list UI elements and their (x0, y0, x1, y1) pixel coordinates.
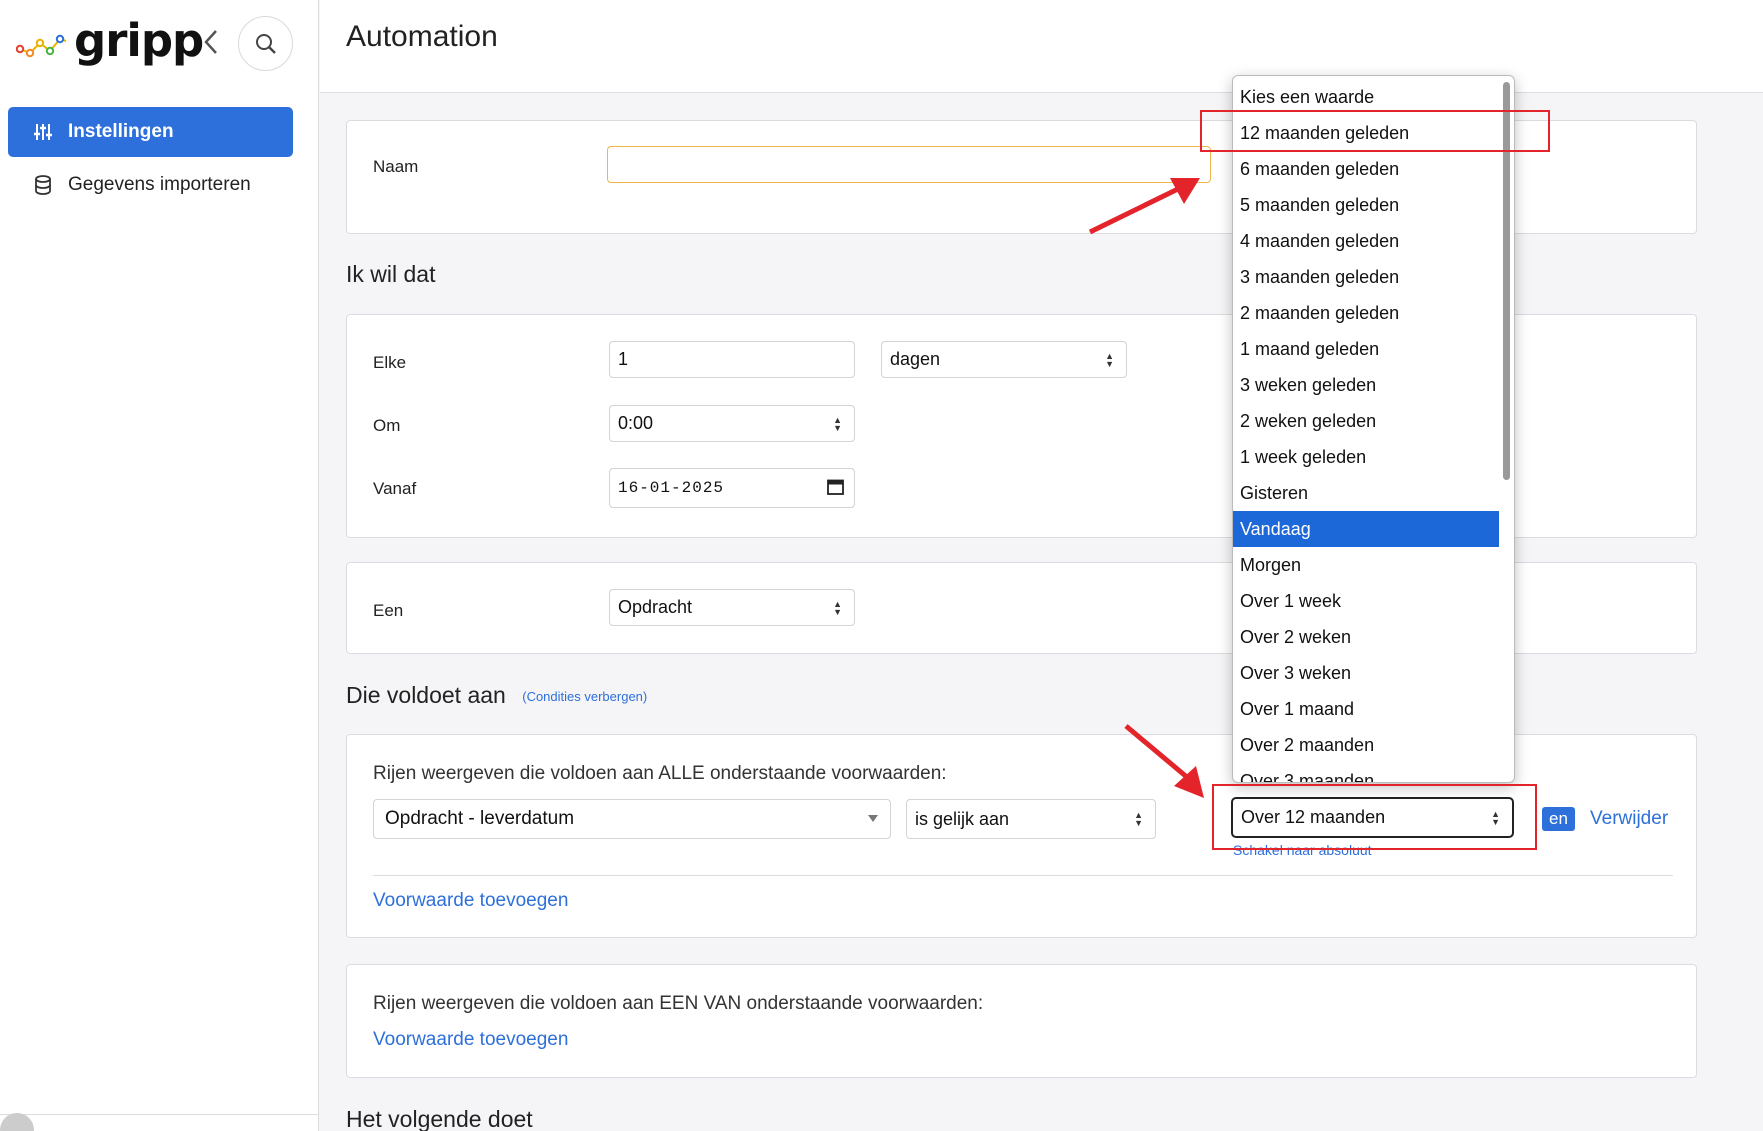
een-label: Een (373, 601, 404, 620)
add-condition-link-2[interactable]: Voorwaarde toevoegen (373, 1029, 568, 1051)
dropdown-option-highlighted[interactable]: Vandaag (1233, 511, 1499, 547)
select-arrows-icon: ▲ ▼ (833, 598, 842, 617)
interval-unit-value: dagen (890, 349, 941, 369)
condition-field-value: Opdracht - leverdatum (385, 808, 575, 829)
section-title-het-volgende-doet: Het volgende doet (346, 1106, 533, 1131)
elke-label: Elke (373, 353, 407, 372)
vanaf-label: Vanaf (373, 479, 417, 498)
chevron-left-icon (204, 30, 217, 54)
sidebar-item-label: Instellingen (68, 121, 174, 142)
dropdown-option[interactable]: 3 maanden geleden (1233, 259, 1499, 295)
condition-operator-select[interactable]: is gelijk aan ▲ ▼ (906, 799, 1156, 839)
dropdown-option[interactable]: 6 maanden geleden (1233, 151, 1499, 187)
arrow-icon (1088, 178, 1200, 235)
sidebar: gripp Instellingen Gegevens importeren (0, 0, 319, 1131)
time-select[interactable]: 0:00 ▲ ▼ (609, 405, 855, 442)
sidebar-item-label: Gegevens importeren (68, 174, 251, 195)
header: Automation (320, 0, 1763, 93)
select-arrows-icon: ▲ ▼ (1105, 350, 1114, 369)
any-conditions-text: Rijen weergeven die voldoen aan EEN VAN … (373, 993, 984, 1014)
start-date-input[interactable]: 16-01-2025 (609, 468, 855, 508)
chevron-down-icon (868, 815, 878, 822)
add-condition-link[interactable]: Voorwaarde toevoegen (373, 890, 568, 912)
naam-label: Naam (373, 157, 419, 176)
and-badge[interactable]: en (1542, 807, 1575, 831)
annotation-box-top (1200, 110, 1550, 152)
section-title-die-voldoet-aan: Die voldoet aan (Condities verbergen) (346, 682, 647, 709)
gripp-logo-icon (16, 34, 67, 58)
entity-value: Opdracht (618, 597, 693, 617)
dropdown-option[interactable]: Over 1 week (1233, 583, 1499, 619)
search-icon (255, 33, 276, 54)
dropdown-option[interactable]: Over 3 maanden (1233, 763, 1499, 783)
time-value: 0:00 (618, 413, 654, 433)
section-title-ik-wil-dat: Ik wil dat (346, 261, 436, 287)
select-arrows-icon: ▲ ▼ (1134, 810, 1143, 828)
dropdown-option[interactable]: Over 2 maanden (1233, 727, 1499, 763)
annotation-box-bottom (1212, 784, 1537, 850)
select-arrows-icon: ▲ ▼ (833, 414, 842, 433)
condition-field-select[interactable]: Opdracht - leverdatum (373, 799, 891, 839)
entity-select[interactable]: Opdracht ▲ ▼ (609, 589, 855, 626)
dropdown-option[interactable]: 1 week geleden (1233, 439, 1499, 475)
any-conditions-card: Rijen weergeven die voldoen aan EEN VAN … (346, 964, 1697, 1078)
sidebar-footer-divider (0, 1114, 319, 1115)
database-icon (32, 174, 54, 196)
start-date-value: 16-01-2025 (618, 479, 725, 497)
dropdown-option[interactable]: 4 maanden geleden (1233, 223, 1499, 259)
all-conditions-text: Rijen weergeven die voldoen aan ALLE ond… (373, 763, 947, 784)
avatar[interactable] (0, 1113, 34, 1131)
sidebar-item-instellingen[interactable]: Instellingen (8, 107, 293, 157)
dropdown-option[interactable]: 2 weken geleden (1233, 403, 1499, 439)
elke-input[interactable]: 1 (609, 341, 855, 378)
dropdown-option[interactable]: 5 maanden geleden (1233, 187, 1499, 223)
dropdown-option[interactable]: 2 maanden geleden (1233, 295, 1499, 331)
page-title: Automation (346, 20, 498, 53)
section-title-text: Die voldoet aan (346, 682, 506, 708)
condition-divider (373, 875, 1673, 876)
collapse-sidebar-button[interactable] (196, 24, 226, 60)
brand-name: gripp (74, 13, 204, 67)
value-dropdown-list[interactable]: Kies een waarde 12 maanden geleden 6 maa… (1232, 75, 1515, 783)
search-button[interactable] (238, 16, 293, 71)
remove-condition-link[interactable]: Verwijder (1590, 808, 1668, 830)
dropdown-option[interactable]: 1 maand geleden (1233, 331, 1499, 367)
condition-operator-value: is gelijk aan (915, 808, 1010, 829)
hide-conditions-link[interactable]: (Condities verbergen) (522, 689, 647, 704)
sliders-icon (32, 121, 54, 143)
brand[interactable]: gripp (16, 13, 204, 72)
sidebar-item-gegevens-importeren[interactable]: Gegevens importeren (8, 160, 293, 210)
om-label: Om (373, 416, 401, 435)
dropdown-option[interactable]: Morgen (1233, 547, 1499, 583)
dropdown-option[interactable]: 3 weken geleden (1233, 367, 1499, 403)
calendar-icon[interactable] (827, 478, 844, 495)
interval-unit-select[interactable]: dagen ▲ ▼ (881, 341, 1127, 378)
arrow-icon (1124, 724, 1204, 798)
dropdown-option[interactable]: Over 3 weken (1233, 655, 1499, 691)
dropdown-option[interactable]: Over 1 maand (1233, 691, 1499, 727)
dropdown-option[interactable]: Gisteren (1233, 475, 1499, 511)
dropdown-option[interactable]: Over 2 weken (1233, 619, 1499, 655)
